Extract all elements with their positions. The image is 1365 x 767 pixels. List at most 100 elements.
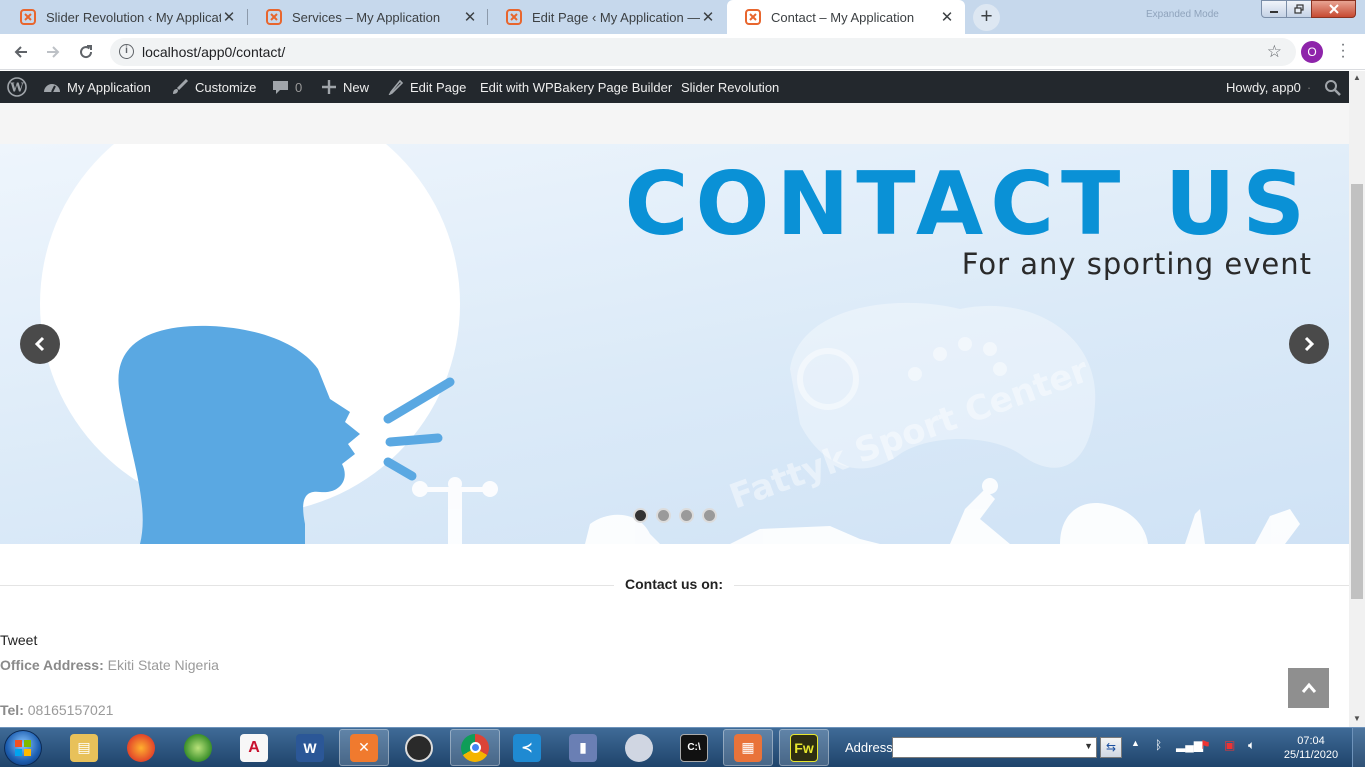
- telephone-label: Tel:: [0, 702, 24, 718]
- admin-search-button[interactable]: [1324, 71, 1341, 103]
- taskbar-vscode[interactable]: ≺: [502, 729, 552, 766]
- windows-taskbar: ▤ A W ✕ ≺ ▮ C:\ ▦ Fw Address ▼ ⇆ ▲ ᛒ ▂▄▆…: [0, 727, 1365, 767]
- close-icon: [1328, 4, 1339, 14]
- slider-bullet[interactable]: [633, 508, 648, 523]
- comments-count: 0: [295, 79, 303, 95]
- chevron-up-icon: [1301, 682, 1316, 693]
- close-window-button[interactable]: [1311, 0, 1356, 18]
- acrobat-icon: A: [240, 733, 268, 762]
- revolution-slider: Fattyk Sport Center CONTACT US For any s…: [0, 144, 1349, 544]
- forward-button[interactable]: [42, 41, 64, 63]
- back-to-top-button[interactable]: [1288, 668, 1329, 708]
- site-name-menu[interactable]: My Application: [43, 71, 151, 103]
- new-content-menu[interactable]: New: [321, 71, 369, 103]
- dashboard-icon: [44, 84, 60, 93]
- start-button[interactable]: [4, 730, 42, 766]
- new-tab-button[interactable]: +: [973, 4, 1000, 31]
- show-hidden-icons[interactable]: ▲: [1131, 738, 1140, 748]
- taskbar-xampp[interactable]: ✕: [339, 729, 389, 766]
- scrollbar-thumb[interactable]: [1351, 184, 1363, 599]
- slider-bullet[interactable]: [702, 508, 717, 523]
- scroll-up-arrow-icon[interactable]: ▲: [1353, 73, 1361, 82]
- system-clock[interactable]: 07:04 25/11/2020: [1281, 734, 1341, 762]
- back-button[interactable]: [10, 41, 32, 63]
- reload-button[interactable]: [75, 41, 97, 63]
- volume-icon[interactable]: 🔈︎: [1248, 738, 1255, 753]
- window-controls: [1261, 0, 1356, 18]
- taskbar-fireworks[interactable]: Fw: [779, 729, 829, 766]
- browser-tab-title: Services – My Application: [292, 9, 441, 25]
- taskbar-phpstorm[interactable]: ▮: [558, 729, 608, 766]
- office-address-label: Office Address:: [0, 657, 104, 673]
- vscode-icon: ≺: [513, 733, 541, 762]
- restore-button[interactable]: [1286, 0, 1312, 18]
- browser-tab[interactable]: Edit Page ‹ My Application — Wo ✕: [488, 0, 726, 34]
- network-warning-icon[interactable]: ⚑: [1200, 738, 1211, 752]
- page-scrollbar[interactable]: ▲ ▼: [1349, 71, 1365, 727]
- address-bar[interactable]: i localhost/app0/contact/ ☆: [110, 38, 1296, 66]
- slider-next-button[interactable]: [1289, 324, 1329, 364]
- taskbar-network[interactable]: [173, 729, 223, 766]
- taskbar-chrome[interactable]: [450, 729, 500, 766]
- tab-close-icon[interactable]: ✕: [700, 8, 716, 26]
- customize-link[interactable]: Customize: [171, 71, 256, 103]
- browser-tab[interactable]: Slider Revolution ‹ My Applicatio ✕: [2, 0, 247, 34]
- dropdown-arrow-icon[interactable]: ▼: [1084, 741, 1093, 751]
- browser-tab-strip: Slider Revolution ‹ My Applicatio ✕ Serv…: [0, 0, 1365, 34]
- games-icon: [625, 733, 653, 762]
- chrome-icon: [461, 733, 489, 762]
- tab-close-icon[interactable]: ✕: [939, 8, 955, 26]
- address-go-button[interactable]: ⇆: [1100, 737, 1122, 758]
- slider-revolution-link[interactable]: Slider Revolution: [681, 71, 779, 103]
- search-icon: [1325, 79, 1341, 96]
- profile-avatar[interactable]: O: [1301, 41, 1323, 63]
- taskbar-games[interactable]: [614, 729, 664, 766]
- browser-tab-active[interactable]: Contact – My Application ✕: [727, 0, 965, 34]
- xampp-favicon-icon: [506, 9, 522, 25]
- arrow-left-icon: [14, 46, 27, 58]
- browser-menu-icon[interactable]: · · ·: [1338, 37, 1348, 65]
- wp-logo-menu[interactable]: W: [7, 71, 27, 103]
- taskbar-cmd[interactable]: C:\: [669, 729, 719, 766]
- signal-icon[interactable]: ▂▄▆: [1176, 738, 1203, 752]
- site-info-icon[interactable]: i: [119, 44, 134, 59]
- slider-bullet[interactable]: [656, 508, 671, 523]
- tweet-link[interactable]: Tweet: [0, 632, 37, 648]
- paintbrush-icon: [173, 78, 189, 94]
- show-desktop-button[interactable]: [1352, 728, 1365, 767]
- taskbar-acrobat[interactable]: A: [229, 729, 279, 766]
- xampp-favicon-icon: [745, 9, 761, 25]
- taskbar-explorer[interactable]: ▤: [59, 729, 109, 766]
- tab-close-icon[interactable]: ✕: [221, 8, 237, 26]
- bluetooth-icon[interactable]: ᛒ: [1155, 738, 1162, 752]
- my-account-menu[interactable]: Howdy, app0 ·: [1226, 71, 1311, 103]
- comments-link[interactable]: 0: [272, 71, 302, 103]
- browser-tab-title: Contact – My Application: [771, 9, 915, 25]
- edit-page-link[interactable]: Edit Page: [388, 71, 466, 103]
- address-bar-url[interactable]: localhost/app0/contact/: [142, 44, 285, 60]
- tab-close-icon[interactable]: ✕: [462, 8, 478, 26]
- fireworks-icon: Fw: [790, 733, 818, 762]
- expanded-mode-label: Expanded Mode: [1146, 9, 1219, 20]
- slider-prev-button[interactable]: [20, 324, 60, 364]
- minimize-button[interactable]: [1261, 0, 1287, 18]
- taskbar-gallery[interactable]: ▦: [723, 729, 773, 766]
- security-icon[interactable]: ▣: [1224, 738, 1235, 752]
- edit-page-label: Edit Page: [410, 79, 467, 95]
- wpbakery-label: Edit with WPBakery Page Builder: [480, 79, 673, 95]
- browser-tab[interactable]: Services – My Application ✕: [248, 0, 488, 34]
- contact-separator-title: Contact us on:: [614, 576, 734, 592]
- taskbar-firefox[interactable]: [116, 729, 166, 766]
- word-icon: W: [296, 733, 324, 762]
- plus-icon: [322, 80, 336, 94]
- wpbakery-link[interactable]: Edit with WPBakery Page Builder: [480, 71, 672, 103]
- slider-bullet[interactable]: [679, 508, 694, 523]
- taskbar-word[interactable]: W: [285, 729, 335, 766]
- pencil-icon: [388, 79, 404, 95]
- address-toolbar-input[interactable]: ▼: [892, 737, 1097, 758]
- taskbar-obs[interactable]: [394, 729, 444, 766]
- bookmark-star-icon[interactable]: ☆: [1267, 42, 1282, 62]
- slide-heading: CONTACT US: [624, 153, 1312, 255]
- scroll-down-arrow-icon[interactable]: ▼: [1353, 714, 1361, 723]
- telephone-value: 08165157021: [27, 702, 114, 718]
